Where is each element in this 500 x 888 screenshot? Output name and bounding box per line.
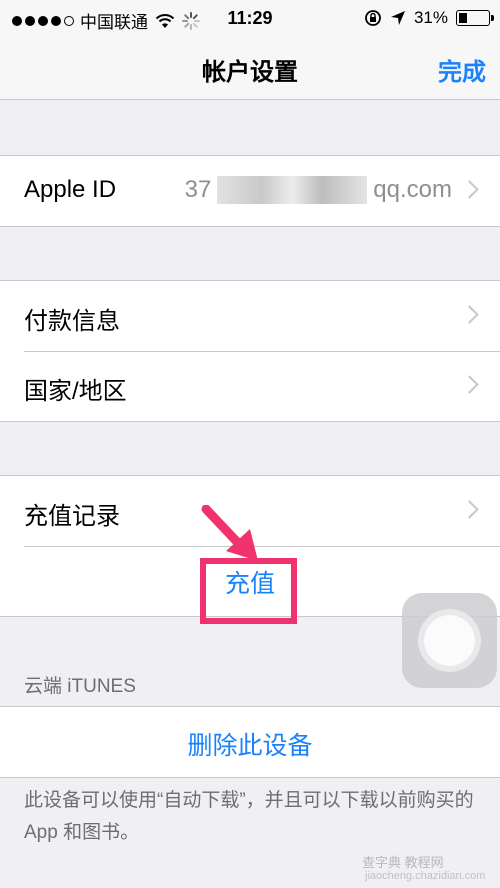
cloud-group: 删除此设备 [0,706,500,778]
apple-id-label: Apple ID [24,176,117,203]
page-title: 帐户设置 [202,59,298,86]
redacted-blur [217,176,368,204]
apple-id-value: 37 qq.com [185,176,452,204]
payment-info-label: 付款信息 [24,308,120,335]
apple-id-value-suffix: qq.com [373,176,452,203]
payment-group: 付款信息 国家/地区 [0,280,500,422]
annotation-arrow-icon [201,505,258,561]
annotation-highlight-box [200,558,297,624]
location-arrow-icon [390,11,405,25]
status-bar: 中国联通 11:29 31% [0,0,500,36]
topup-history-label: 充值记录 [24,503,120,530]
battery-percent: 31% [413,8,448,27]
remove-device-button[interactable]: 删除此设备 [0,726,500,762]
remove-device-row[interactable]: 删除此设备 [0,707,500,777]
battery-level-fill [459,13,467,23]
status-right: 31% [364,8,494,28]
navigation-bar: 帐户设置 完成 [0,36,500,100]
country-region-row[interactable]: 国家/地区 [0,351,500,421]
apple-id-group: Apple ID 37 qq.com [0,155,500,227]
chevron-right-icon [460,500,479,519]
chevron-right-icon [460,180,479,199]
country-region-label: 国家/地区 [24,378,127,405]
payment-info-row[interactable]: 付款信息 [0,281,500,351]
watermark-subtext: jiaocheng.chazidian.com [365,870,486,882]
battery-icon [456,10,494,26]
watermark-text: 查字典 教程网 [362,855,444,870]
assistive-touch-button[interactable] [402,593,497,688]
apple-id-value-prefix: 37 [184,176,212,203]
cloud-section-header: 云端 iTUNES [24,676,136,697]
assistive-touch-icon [424,615,475,666]
chevron-right-icon [460,375,479,394]
chevron-right-icon [460,305,479,324]
done-button[interactable]: 完成 [438,52,486,87]
rotation-lock-icon [365,10,381,26]
cloud-footer-text: 此设备可以使用“自动下载”，并且可以下载以前购买的 App 和图书。 [24,790,474,843]
apple-id-row[interactable]: Apple ID 37 qq.com [0,156,500,226]
